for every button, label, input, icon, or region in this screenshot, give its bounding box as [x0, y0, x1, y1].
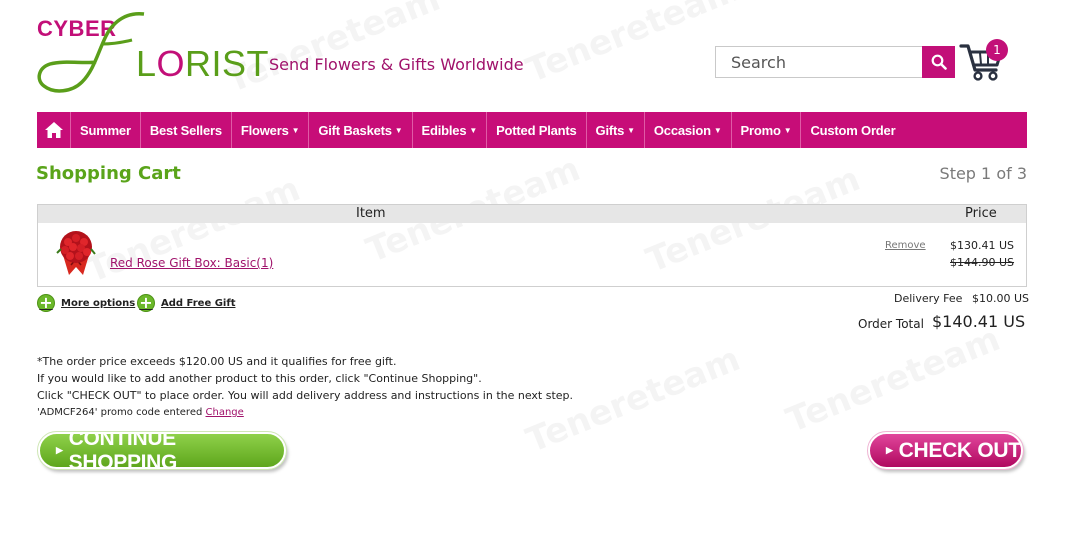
column-header-price: Price [965, 206, 997, 221]
remove-item-link[interactable]: Remove [885, 240, 926, 251]
nav-gift-baskets[interactable]: Gift Baskets ▼ [309, 112, 413, 148]
nav-summer[interactable]: Summer [71, 112, 141, 148]
site-tagline: Send Flowers & Gifts Worldwide [269, 55, 524, 74]
item-original-price: $144.90 US [950, 256, 1015, 269]
nav-edibles[interactable]: Edibles ▼ [413, 112, 488, 148]
cart-notes: *The order price exceeds $120.00 US and … [37, 353, 573, 421]
more-options-label: More options [61, 297, 136, 309]
column-header-item: Item [356, 206, 386, 221]
page-title: Shopping Cart [36, 163, 181, 184]
arrow-right-icon: ▶ [886, 445, 893, 455]
nav-gifts[interactable]: Gifts ▼ [587, 112, 645, 148]
logo-flourish-icon [37, 11, 145, 93]
logo-text-bottom: LORIST [136, 43, 270, 84]
chevron-down-icon: ▼ [394, 125, 403, 135]
checkout-button[interactable]: ▶ CHECK OUT [867, 431, 1024, 470]
nav-home[interactable] [37, 112, 71, 148]
checkout-label: CHECK OUT [898, 438, 1021, 462]
home-icon [44, 122, 63, 138]
chevron-down-icon: ▼ [783, 125, 792, 135]
chevron-down-icon: ▼ [713, 125, 722, 135]
free-gift-note: *The order price exceeds $120.00 US and … [37, 355, 397, 368]
delivery-fee-value: $10.00 US [972, 292, 1030, 305]
add-free-gift-label: Add Free Gift [161, 297, 236, 309]
continue-note: If you would like to add another product… [37, 372, 482, 385]
product-name-link[interactable]: Red Rose Gift Box: Basic(1) [110, 256, 273, 270]
site-header: CYBER LORIST Send Flowers & Gifts Worldw… [0, 0, 1069, 110]
main-nav: Summer Best Sellers Flowers ▼ Gift Basket… [37, 112, 1027, 148]
plus-circle-icon: + [37, 294, 55, 312]
continue-shopping-button[interactable]: ▶ CONTINUE SHOPPING [37, 427, 287, 474]
table-header: Item Price [38, 205, 1026, 223]
nav-flowers[interactable]: Flowers ▼ [232, 112, 310, 148]
order-total-label: Order Total [858, 317, 924, 331]
search-icon [931, 54, 947, 70]
arrow-right-icon: ▶ [56, 445, 63, 455]
chevron-down-icon: ▼ [469, 125, 478, 135]
checkout-step-indicator: Step 1 of 3 [939, 164, 1027, 183]
nav-promo[interactable]: Promo ▼ [732, 112, 802, 148]
promo-note: 'ADMCF264' promo code entered Change [37, 407, 244, 418]
checkout-note: Click "CHECK OUT" to place order. You wi… [37, 389, 574, 402]
nav-custom-order[interactable]: Custom Order [801, 112, 904, 148]
cart-table: Item Price Red Rose Gift Box: Basic(1) R… [37, 204, 1027, 287]
add-free-gift-link[interactable]: + Add Free Gift [137, 294, 235, 312]
change-promo-link[interactable]: Change [206, 407, 244, 418]
cart-count-badge: 1 [986, 39, 1008, 61]
product-image[interactable] [53, 229, 99, 279]
nav-occasion[interactable]: Occasion ▼ [645, 112, 732, 148]
chevron-down-icon: ▼ [291, 125, 300, 135]
search-button[interactable] [922, 46, 955, 78]
chevron-down-icon: ▼ [627, 125, 635, 135]
site-logo[interactable]: CYBER LORIST [36, 10, 269, 98]
more-options-link[interactable]: + More options [37, 294, 135, 312]
continue-shopping-label: CONTINUE SHOPPING [68, 426, 178, 474]
order-total-value: $140.41 US [932, 312, 1026, 331]
nav-potted-plants[interactable]: Potted Plants [487, 112, 587, 148]
delivery-fee-label: Delivery Fee [894, 292, 963, 305]
search-input[interactable] [715, 46, 922, 78]
item-price: $130.41 US [950, 239, 1015, 252]
plus-circle-icon: + [137, 294, 155, 312]
nav-best-sellers[interactable]: Best Sellers [141, 112, 232, 148]
watermark: Tenereteam [781, 319, 1006, 441]
